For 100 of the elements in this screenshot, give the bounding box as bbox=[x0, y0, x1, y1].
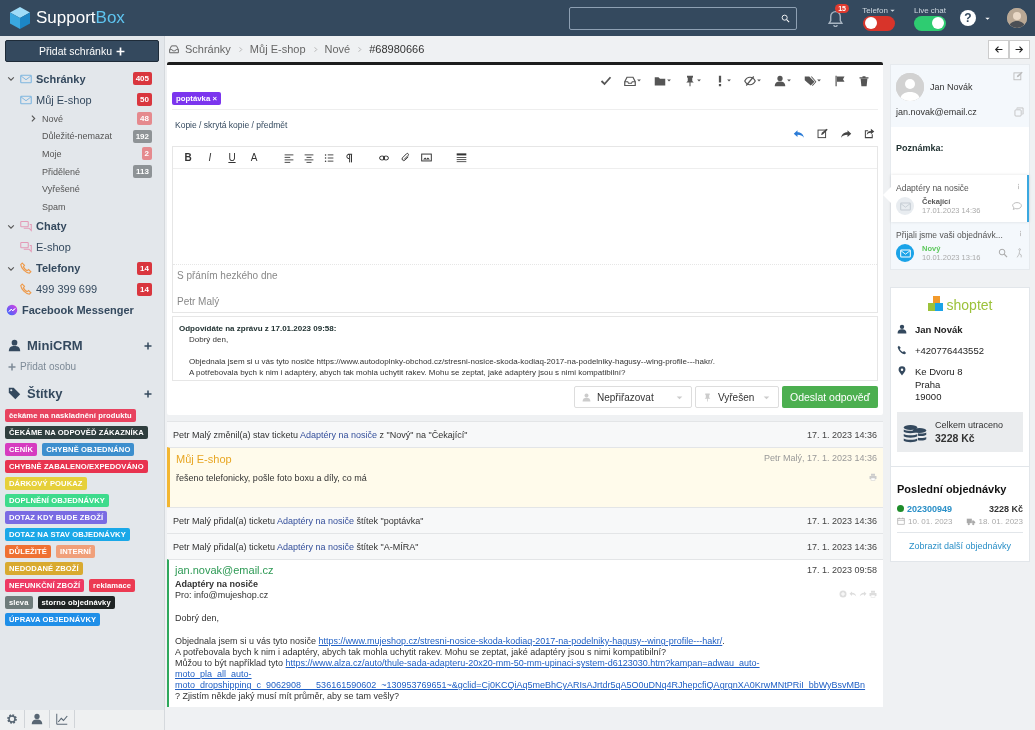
folder-menu-icon[interactable] bbox=[654, 74, 672, 87]
paperclip-icon[interactable] bbox=[400, 152, 411, 163]
breadcrumb-item[interactable]: Nové bbox=[324, 43, 351, 55]
share-icon[interactable] bbox=[864, 128, 875, 139]
sidebar-item[interactable]: Schránky bbox=[36, 72, 86, 85]
plus-icon[interactable] bbox=[144, 389, 152, 398]
next-button[interactable] bbox=[1009, 40, 1030, 59]
align-left-icon[interactable] bbox=[284, 152, 294, 163]
info-icon bbox=[1015, 183, 1022, 190]
sidebar-item[interactable]: Spam bbox=[42, 201, 66, 212]
count-badge: 50 bbox=[137, 93, 152, 106]
order-link[interactable]: 202300949 bbox=[907, 503, 953, 514]
check-icon[interactable] bbox=[600, 74, 612, 87]
email-line: Objednala jsem si u vás tyto nosiče https://www.mujeshop.cz/stresni-nosice-skoda-kodiaq-2017-na-podelniky-hagusy--wing-profile---hakr/. bbox=[175, 636, 726, 647]
forward-icon[interactable] bbox=[840, 128, 852, 140]
status-dropdown[interactable]: Vyřešen bbox=[695, 386, 779, 408]
count-badge: 14 bbox=[137, 261, 152, 275]
signature-line: Petr Malý bbox=[177, 296, 221, 307]
section-title: Štítky bbox=[27, 386, 63, 402]
count-badge: 48 bbox=[137, 112, 152, 126]
tags-menu-icon[interactable] bbox=[804, 74, 822, 87]
bell-icon[interactable] bbox=[827, 9, 845, 27]
ticket-link[interactable]: Adaptéry na nosiče bbox=[277, 515, 355, 526]
quoted-message: Odpovídáte na zprávu z 17.01.2023 09:58: Dobrý den, Objednala jsem si u vás tyto nosiče https://www.autodoplnky-obchod.cz/stresni-nosice-skoda-kodiaq-2017-na-podelniky-hagusy--wing-profile---hakr/. A potřebovala bych k nim i adaptéry, abych tak mohla uchytit rakev. Mohu se zeptat, jaké adaptéry jsou s nimi kompatibilní? bbox=[172, 316, 878, 381]
user-icon bbox=[8, 339, 21, 353]
more-orders-link[interactable]: Zobrazit další objednávky bbox=[897, 540, 1023, 551]
pin-menu-icon[interactable] bbox=[684, 74, 702, 87]
sidebar-item[interactable]: Telefony bbox=[36, 262, 81, 275]
breadcrumb-item[interactable]: Schránky bbox=[185, 43, 231, 55]
plus-icon bbox=[115, 46, 125, 56]
assignee-dropdown[interactable]: Nepřiřazovat bbox=[574, 386, 692, 408]
avatar-icon bbox=[896, 73, 924, 101]
email-recipient: Pro: info@mujeshop.cz bbox=[175, 590, 269, 601]
toggle-switch[interactable] bbox=[863, 15, 896, 31]
ticket-link[interactable]: Adaptéry na nosiče bbox=[277, 541, 355, 552]
timestamp: 17. 1. 2023 09:58 bbox=[806, 565, 877, 576]
email-link[interactable]: moto_pla_all_auto- bbox=[175, 669, 252, 679]
help-button[interactable]: ? bbox=[960, 10, 976, 26]
flag-icon[interactable] bbox=[834, 74, 846, 87]
pin-icon bbox=[703, 392, 712, 402]
sidebar-item[interactable]: Důležité-nemazat bbox=[42, 131, 113, 142]
more-icon[interactable] bbox=[456, 152, 467, 163]
ticket-link[interactable]: Adaptéry na nosiče bbox=[300, 429, 378, 440]
cc-bcc-subject-link[interactable]: Kopie / skrytá kopie / předmět bbox=[175, 120, 288, 140]
note-text: řešeno telefonicky, pošle foto boxu a díly, co má bbox=[176, 473, 367, 483]
activity-text: Petr Malý změnil(a) stav ticketu Adaptéry na nosiče z "Nový" na "Čekající" bbox=[173, 429, 468, 440]
sidebar-item[interactable]: Moje bbox=[42, 149, 62, 159]
image-icon[interactable] bbox=[421, 152, 432, 163]
breadcrumb-item: #68980666 bbox=[369, 43, 425, 55]
search-icon bbox=[781, 13, 791, 23]
user-icon bbox=[897, 324, 907, 334]
inbox-menu-icon[interactable] bbox=[624, 74, 642, 87]
search-field[interactable] bbox=[569, 6, 798, 30]
count-badge: 14 bbox=[137, 282, 152, 296]
info-icon bbox=[1017, 230, 1024, 237]
messenger-icon bbox=[6, 304, 18, 317]
sidebar-item[interactable]: Chaty bbox=[36, 220, 67, 233]
align-center-icon[interactable] bbox=[304, 152, 314, 163]
sidebar-item[interactable]: 499 399 699 bbox=[36, 283, 98, 296]
list-icon[interactable] bbox=[324, 152, 334, 163]
sidebar-item[interactable]: Přidělené bbox=[42, 166, 81, 177]
trash-icon[interactable] bbox=[858, 74, 870, 87]
activity-text: Petr Malý přidal(a) ticketu Adaptéry na nosiče štítek "A-MÍRA" bbox=[173, 541, 419, 552]
sidebar-item[interactable]: Nové bbox=[42, 113, 63, 124]
order-date: 10. 01. 2023 bbox=[908, 516, 953, 526]
chevron-down-icon[interactable] bbox=[6, 74, 16, 83]
sidebar-item[interactable]: Můj E-shop bbox=[36, 93, 92, 106]
toggle-label: Telefon bbox=[862, 5, 888, 15]
paragraph-icon[interactable] bbox=[344, 152, 354, 163]
phone-icon bbox=[897, 345, 907, 355]
timestamp: 17. 1. 2023 14:36 bbox=[806, 429, 877, 440]
email-link[interactable]: moto_dropshipping_c_9062908___536161590602_~130953769651~&gclid=Cj0KCQiAq5meBhCyARIsAJrtdr5qA5O0uDNq4RJhepcfiQAgrgnXA0KrwMNtPRiI_bbWyBsvMBn bbox=[175, 680, 866, 690]
edit-icon[interactable] bbox=[817, 128, 828, 139]
format-button[interactable]: B bbox=[182, 152, 194, 163]
note-label: Poznámka: bbox=[891, 127, 1029, 175]
eye-slash-menu-icon[interactable] bbox=[744, 74, 762, 87]
email-line: Můžou to být například tyto https://www.alza.cz/auto/thule-sada-adapteru-20x20-mm-50-mm-upinaci-system-d6123030.htm?kampan=adwau_auto- bbox=[175, 658, 761, 669]
format-button[interactable]: U bbox=[226, 152, 238, 163]
link-icon[interactable] bbox=[378, 152, 390, 163]
email-link[interactable]: https://www.alza.cz/auto/thule-sada-adapteru-20x20-mm-50-mm-upinaci-system-d6123030.htm?kampan=adwau_auto- bbox=[285, 658, 760, 668]
sidebar-item[interactable]: E-shop bbox=[36, 241, 71, 254]
format-button[interactable]: I bbox=[204, 152, 216, 163]
toggle-switch[interactable] bbox=[914, 15, 946, 31]
customer-address: Ke Dvoru 8 Praha 19000 bbox=[915, 366, 963, 404]
sidebar-item[interactable]: Facebook Messenger bbox=[22, 304, 134, 317]
email-link[interactable]: https://www.mujeshop.cz/stresni-nosice-skoda-kodiaq-2017-na-podelniky-hagusy--wing-profile---hakr/ bbox=[318, 636, 723, 646]
user-menu-icon[interactable] bbox=[774, 74, 792, 87]
reply-icon[interactable] bbox=[793, 128, 805, 140]
add-mailbox-button[interactable]: Přidat schránku bbox=[5, 40, 159, 62]
chat-icon bbox=[20, 241, 32, 254]
logo-text: SupportBox bbox=[36, 8, 125, 28]
plus-icon[interactable] bbox=[144, 341, 152, 350]
avatar-icon[interactable] bbox=[1007, 8, 1027, 28]
format-button[interactable]: A bbox=[248, 152, 260, 163]
previous-button[interactable] bbox=[988, 40, 1009, 59]
spent-label: Celkem utraceno bbox=[935, 419, 1004, 430]
breadcrumb-item[interactable]: Můj E-shop bbox=[249, 43, 306, 55]
signature-line: S přáním hezkého dne bbox=[177, 270, 279, 281]
reply-editor[interactable]: B I U A S přáním hezkého dne Petr Malý bbox=[172, 146, 878, 313]
sidebar-item[interactable]: Vyřešené bbox=[42, 184, 80, 195]
